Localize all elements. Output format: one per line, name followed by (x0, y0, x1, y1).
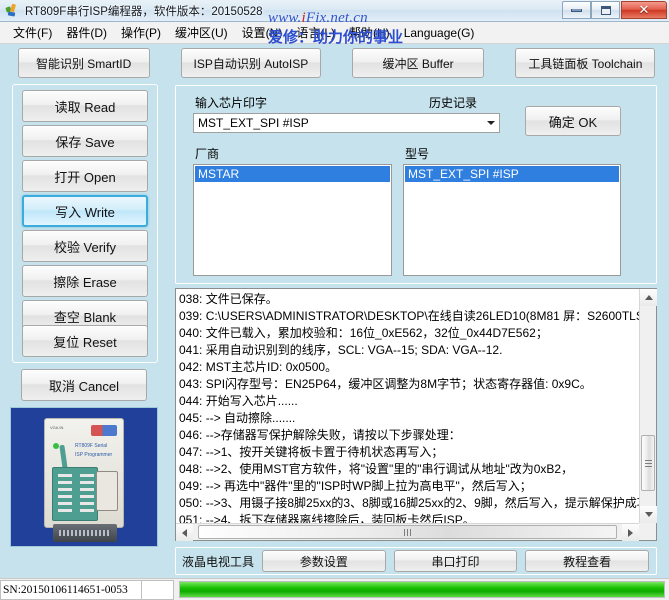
scrollbar-corner (639, 523, 656, 540)
programmer-board: VGA IN RT809F Serial ISP Programmer VGA … (44, 418, 124, 530)
model-listbox[interactable]: MST_EXT_SPI #ISP (403, 164, 621, 276)
smartid-button[interactable]: 智能识别 SmartID (17, 48, 150, 78)
menu-item-settings[interactable]: 设置(N) (235, 22, 290, 43)
cancel-button[interactable]: 取消 Cancel (21, 369, 147, 401)
menu-item-operate[interactable]: 操作(P) (114, 22, 168, 43)
device-caption-top: RT809F Serial (75, 443, 108, 449)
horizontal-scroll-thumb[interactable] (198, 525, 617, 539)
menu-item-buffer[interactable]: 缓冲区(U) (168, 22, 235, 43)
log-horizontal-scrollbar[interactable] (176, 523, 639, 541)
progress-bar-fill (180, 582, 664, 597)
log-line: 041: 采用自动识别到的线序，SCL: VGA--15; SDA: VGA--… (179, 343, 503, 357)
open-button[interactable]: 打开 Open (22, 160, 148, 192)
toolchain-button[interactable]: 工具链面板 Toolchain (515, 48, 656, 78)
usb-logo-icon (91, 425, 117, 436)
window-title: RT809F串行ISP编程器，软件版本：20150528 (25, 5, 263, 18)
minimize-icon (571, 8, 582, 12)
reset-button[interactable]: 复位 Reset (22, 325, 148, 357)
application-window: RT809F串行ISP编程器，软件版本：20150528 ✕ 文件(F) 器件(… (0, 0, 669, 600)
verify-button[interactable]: 校验 Verify (22, 230, 148, 262)
menu-item-file[interactable]: 文件(F) (6, 22, 59, 43)
log-output-box[interactable]: 038: 文件已保存。 039: C:\USERS\ADMINISTRATOR\… (175, 288, 657, 541)
window-controls: ✕ (562, 1, 667, 19)
serial-number-field: SN:20150106114651-0053 (0, 579, 142, 600)
parameter-settings-button[interactable]: 参数设置 (262, 550, 386, 572)
write-button[interactable]: 写入 Write (22, 195, 148, 227)
scroll-left-icon[interactable] (176, 524, 193, 541)
menu-item-language[interactable]: Language(G) (397, 24, 482, 42)
manufacturer-label: 厂商 (195, 147, 220, 161)
status-led-icon (53, 443, 59, 449)
erase-button[interactable]: 擦除 Erase (22, 265, 148, 297)
device-photo: VGA IN RT809F Serial ISP Programmer VGA … (10, 407, 158, 547)
title-bar: RT809F串行ISP编程器，软件版本：20150528 ✕ (0, 0, 669, 22)
log-line: 050: -->3、用镊子接8脚25xx的3、8脚或16脚25xx的2、9脚，然… (179, 496, 639, 510)
zif-socket (52, 467, 98, 521)
chip-selection-panel: 输入芯片印字 历史记录 MST_EXT_SPI #ISP 确定 OK 厂商 型号… (175, 85, 657, 284)
close-button[interactable]: ✕ (621, 1, 667, 19)
progress-bar (179, 581, 665, 598)
menu-bar: 文件(F) 器件(D) 操作(P) 缓冲区(U) 设置(N) 语言(L) 帮助(… (0, 22, 669, 44)
list-item[interactable]: MSTAR (195, 166, 390, 182)
chip-name-combobox[interactable]: MST_EXT_SPI #ISP (193, 113, 500, 133)
tutorial-view-button[interactable]: 教程查看 (525, 550, 649, 572)
log-line: 047: -->1、按开关键将板卡置于待机状态再写入； (179, 445, 444, 459)
icsp-socket (96, 471, 118, 511)
app-icon (5, 3, 20, 18)
read-button[interactable]: 读取 Read (22, 90, 148, 122)
status-spacer-cell (142, 579, 174, 600)
lcd-tv-tools-label: 液晶电视工具 (182, 554, 255, 569)
log-line: 042: MST主芯片ID: 0x0500。 (179, 360, 338, 374)
vertical-scroll-thumb[interactable] (641, 435, 655, 491)
log-line: 046: -->存储器写保护解除失败，请按以下步骤处理： (179, 428, 461, 442)
log-line: 049: --> 再选中"器件"里的"ISP时WP脚上拉为高电平"，然后写入； (179, 479, 532, 493)
buffer-button[interactable]: 缓冲区 Buffer (352, 48, 485, 78)
ok-button[interactable]: 确定 OK (525, 106, 621, 136)
status-bar: SN:20150106114651-0053 (0, 578, 669, 600)
autoisp-button[interactable]: ISP自动识别 AutoISP (180, 48, 322, 78)
maximize-button[interactable] (591, 1, 620, 19)
save-button[interactable]: 保存 Save (22, 125, 148, 157)
log-text-area: 038: 文件已保存。 039: C:\USERS\ADMINISTRATOR\… (176, 289, 639, 523)
chevron-down-icon[interactable] (482, 114, 499, 132)
menu-item-language-cn[interactable]: 语言(L) (289, 22, 342, 43)
minimize-button[interactable] (562, 1, 591, 19)
log-line: 048: -->2、使用MST官方软件，将"设置"里的"串行调试从地址"改为0x… (179, 462, 574, 476)
model-label: 型号 (405, 147, 430, 161)
log-line: 051: -->4、拆下存储器离线擦除后，装回板卡然后ISP。 (179, 513, 475, 523)
menu-item-help[interactable]: 帮助(H) (342, 22, 397, 43)
chip-name-value: MST_EXT_SPI #ISP (198, 116, 309, 130)
log-line: 044: 开始写入芯片...... (179, 394, 298, 408)
operation-button-group: 读取 Read 保存 Save 打开 Open 写入 Write 校验 Veri… (12, 84, 158, 363)
log-line: 043: SPI闪存型号：EN25P64，缓冲区调整为8M字节；状态寄存器值: … (179, 377, 592, 391)
history-label: 历史记录 (429, 96, 478, 110)
log-vertical-scrollbar[interactable] (639, 289, 657, 523)
scroll-down-icon[interactable] (640, 506, 657, 523)
maximize-icon (600, 5, 611, 15)
manufacturer-listbox[interactable]: MSTAR (193, 164, 392, 276)
zif-lever (59, 444, 68, 470)
scroll-right-icon[interactable] (622, 524, 639, 541)
list-item[interactable]: MST_EXT_SPI #ISP (405, 166, 619, 182)
vga-pins (59, 530, 111, 536)
log-line: 045: --> 自动擦除....... (179, 411, 296, 425)
bottom-toolbar: 液晶电视工具 参数设置 串口打印 教程查看 (175, 547, 657, 575)
vga-in-label: VGA IN (50, 425, 64, 430)
vga-connector (53, 524, 117, 542)
serial-print-button[interactable]: 串口打印 (393, 550, 518, 572)
menu-item-device[interactable]: 器件(D) (59, 22, 114, 43)
log-line: 040: 文件已载入，累加校验和：16位_0xE562，32位_0x44D7E5… (179, 326, 548, 340)
device-caption-top2: ISP Programmer (75, 452, 113, 458)
log-line: 038: 文件已保存。 (179, 292, 278, 306)
log-line: 039: C:\USERS\ADMINISTRATOR\DESKTOP\在线自读… (179, 309, 639, 323)
scroll-up-icon[interactable] (640, 289, 657, 306)
chip-input-label: 输入芯片印字 (195, 96, 268, 110)
top-toolbar: 智能识别 SmartID ISP自动识别 AutoISP 缓冲区 Buffer … (0, 44, 669, 82)
